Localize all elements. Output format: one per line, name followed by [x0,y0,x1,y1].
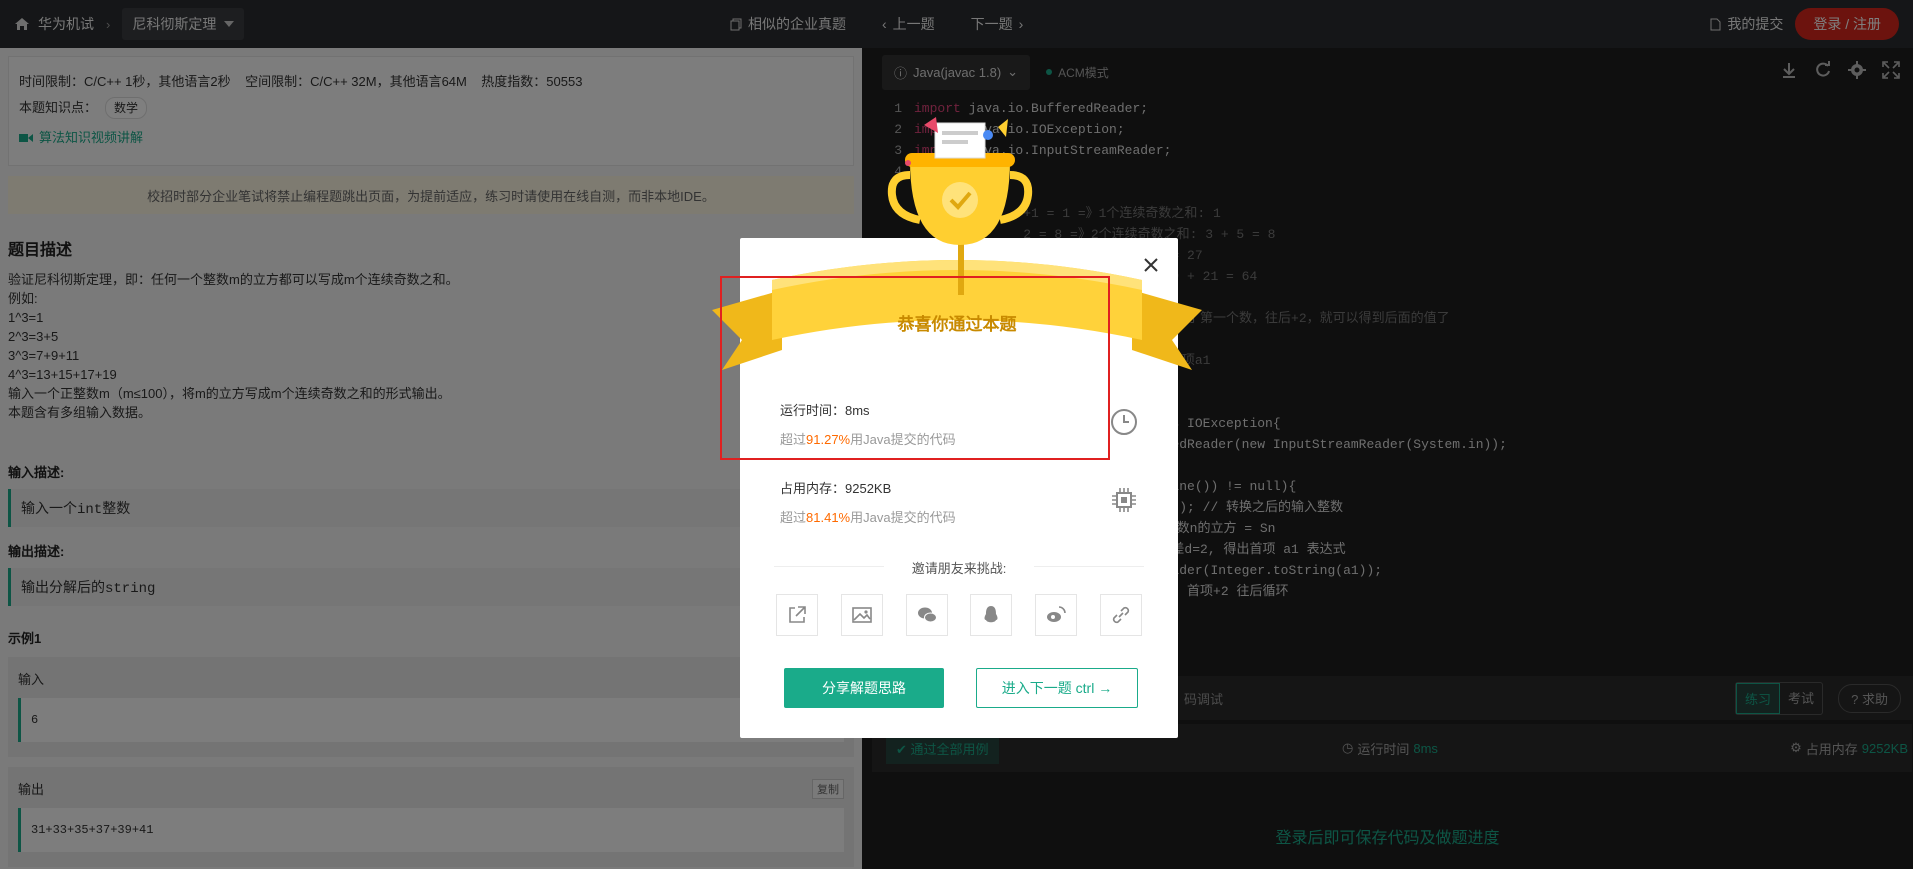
next-question-button[interactable]: 进入下一题 ctrl → [976,668,1138,708]
weibo-icon[interactable] [1035,594,1078,636]
share-icon[interactable] [776,594,818,636]
chip-icon [1112,488,1136,512]
share-row [776,594,1142,636]
link-icon[interactable] [1099,594,1142,636]
image-icon[interactable] [840,594,883,636]
trophy-icon [887,117,1033,295]
highlight-box [720,276,1110,460]
modal-memory-label: 占用内存：9252KB [780,481,892,496]
share-solution-button[interactable]: 分享解题思路 [784,668,944,708]
memory-percent: 81.41% [806,510,851,525]
wechat-icon[interactable] [905,594,948,636]
memory-suffix: 用Java提交的代码 [850,510,956,525]
invite-label: 邀请朋友来挑战: [774,558,1144,577]
qq-icon[interactable] [970,594,1013,636]
memory-prefix: 超过 [780,510,807,525]
clock-icon [1111,409,1137,435]
memory-stat: 占用内存：9252KB 超过81.41%用Java提交的代码 [780,478,956,526]
